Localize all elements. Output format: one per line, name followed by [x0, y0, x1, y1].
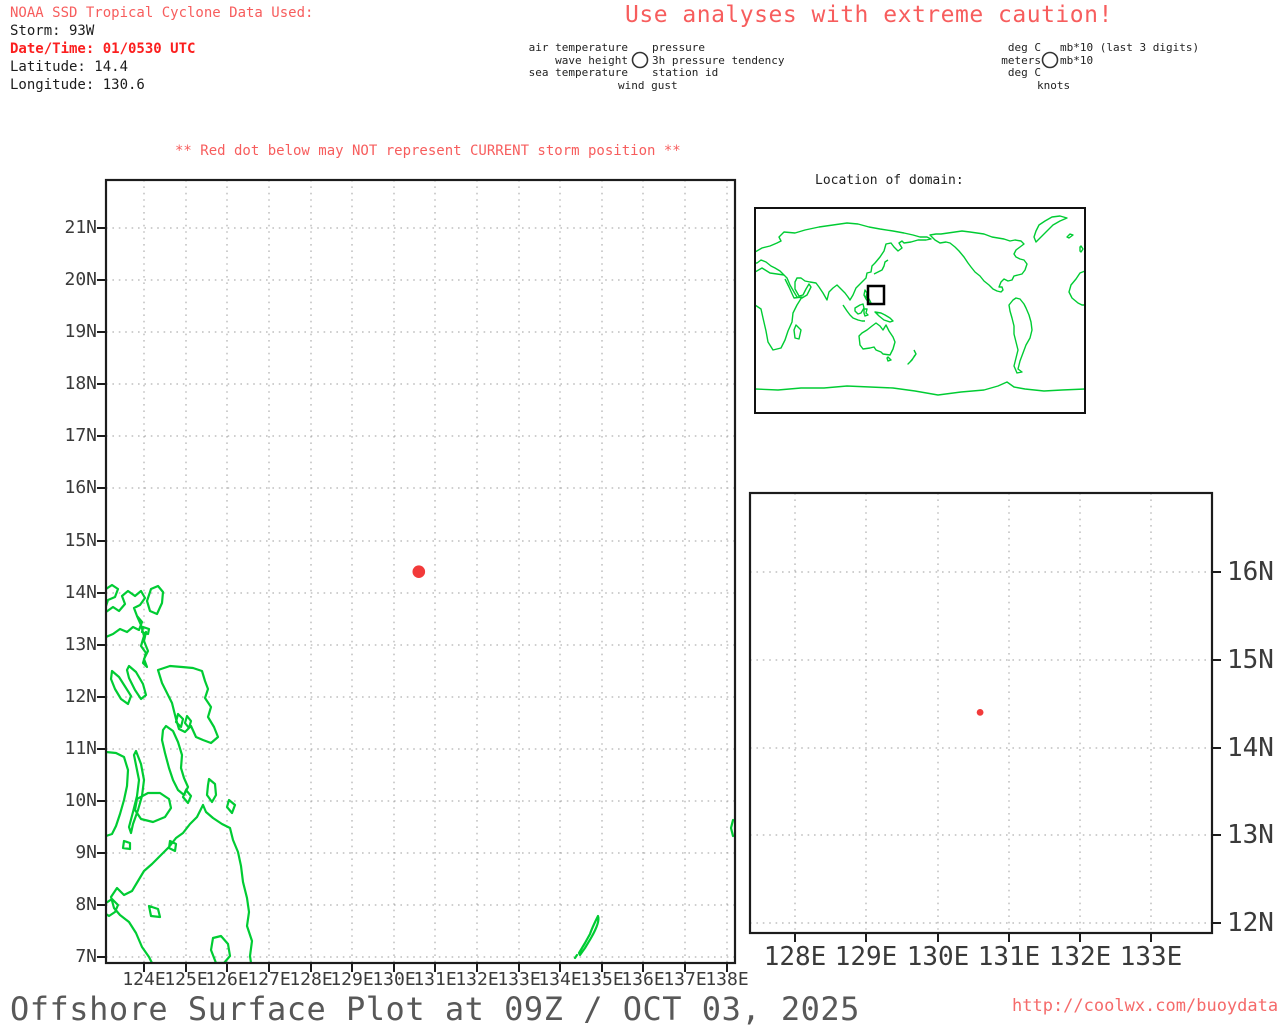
- storm-position-warning: ** Red dot below may NOT represent CURRE…: [175, 143, 681, 159]
- legend-pressure-tendency: 3h pressure tendency: [652, 53, 785, 67]
- zoom-map-ticks: [794, 571, 1221, 942]
- x-tick-label: 134E: [538, 969, 582, 990]
- zoom-x-tick-label: 128E: [763, 942, 827, 972]
- units-sea-temp: deg C: [1007, 66, 1041, 79]
- legend-station-id: station id: [652, 66, 719, 79]
- y-tick-label: 21N: [64, 217, 97, 238]
- y-tick-label: 14N: [64, 582, 97, 603]
- legend-air-temperature: air temperature: [528, 41, 628, 54]
- y-tick-label: 8N: [75, 894, 97, 915]
- x-tick-label: 125E: [164, 969, 208, 990]
- world-inset-frame: [754, 207, 1086, 414]
- y-tick-label: 13N: [64, 634, 97, 655]
- x-tick-label: 137E: [663, 969, 707, 990]
- latitude-line: Latitude: 14.4: [10, 59, 129, 75]
- x-tick-label: 131E: [413, 969, 457, 990]
- zoom-y-tick-label: 15N: [1227, 645, 1274, 675]
- units-tendency: mb*10: [1060, 53, 1094, 67]
- x-tick-label: 135E: [580, 969, 624, 990]
- legend-wind-gust: wind gust: [618, 78, 678, 92]
- legend-pressure: pressure: [652, 41, 705, 54]
- x-tick-label: 129E: [330, 969, 374, 990]
- inset-title: Location of domain:: [815, 173, 964, 188]
- units-air-temp: deg C: [1007, 41, 1041, 54]
- plot-title: Offshore Surface Plot at 09Z / OCT 03, 2…: [10, 990, 860, 1028]
- zoom-y-tick-label: 16N: [1227, 557, 1274, 587]
- units-wave: meters: [1001, 53, 1041, 67]
- legend-wave-height: wave height: [555, 53, 628, 67]
- noaa-source-line: NOAA SSD Tropical Cyclone Data Used:: [10, 5, 314, 21]
- zoom-y-tick-label: 14N: [1227, 733, 1274, 763]
- storm-dot-main: [412, 565, 426, 578]
- x-tick-label: 126E: [205, 969, 249, 990]
- y-tick-label: 9N: [75, 842, 97, 863]
- y-tick-label: 19N: [64, 321, 97, 342]
- units-circle-icon: [1041, 51, 1059, 69]
- storm-id-line: Storm: 93W: [10, 23, 95, 39]
- x-tick-label: 132E: [455, 969, 499, 990]
- y-tick-label: 17N: [64, 425, 97, 446]
- datetime-line: Date/Time: 01/0530 UTC: [10, 41, 196, 57]
- zoom-x-tick-label: 133E: [1119, 942, 1183, 972]
- x-tick-label: 138E: [705, 969, 749, 990]
- x-tick-label: 133E: [497, 969, 541, 990]
- coastline-philippines: [106, 583, 735, 963]
- x-tick-label: 124E: [122, 969, 166, 990]
- units-pressure: mb*10 (last 3 digits): [1060, 41, 1200, 54]
- caution-headline: Use analyses with extreme caution!: [625, 2, 1113, 28]
- main-map: [97, 178, 737, 972]
- station-circle-icon: [631, 51, 649, 69]
- longitude-line: Longitude: 130.6: [10, 77, 145, 93]
- y-tick-label: 15N: [64, 530, 97, 551]
- x-tick-label: 128E: [289, 969, 333, 990]
- zoom-y-tick-label: 13N: [1227, 820, 1274, 850]
- world-inset-map: [754, 207, 1086, 414]
- coastline-fragment-east: [729, 818, 735, 838]
- zoom-x-tick-label: 132E: [1048, 942, 1112, 972]
- coastline-palau: [573, 914, 600, 960]
- zoom-x-tick-label: 130E: [906, 942, 970, 972]
- x-tick-label: 130E: [372, 969, 416, 990]
- zoom-y-tick-label: 12N: [1227, 908, 1274, 938]
- storm-dot-zoom: [976, 709, 984, 716]
- source-url-link[interactable]: http://coolwx.com/buoydata: [1012, 996, 1278, 1016]
- y-tick-label: 10N: [64, 790, 97, 811]
- y-tick-label: 16N: [64, 477, 97, 498]
- zoom-x-tick-label: 131E: [977, 942, 1041, 972]
- y-tick-label: 12N: [64, 686, 97, 707]
- zoom-x-tick-label: 129E: [834, 942, 898, 972]
- zoom-map: [748, 491, 1221, 942]
- x-tick-label: 136E: [621, 969, 665, 990]
- units-wind-gust: knots: [1037, 78, 1071, 92]
- legend-sea-temperature: sea temperature: [528, 66, 628, 79]
- y-tick-label: 11N: [64, 738, 97, 759]
- y-tick-label: 20N: [64, 269, 97, 290]
- main-map-ticks: [97, 227, 728, 972]
- y-tick-label: 18N: [64, 373, 97, 394]
- y-tick-label: 7N: [75, 946, 97, 967]
- world-coastlines: [755, 215, 1085, 396]
- x-tick-label: 127E: [247, 969, 291, 990]
